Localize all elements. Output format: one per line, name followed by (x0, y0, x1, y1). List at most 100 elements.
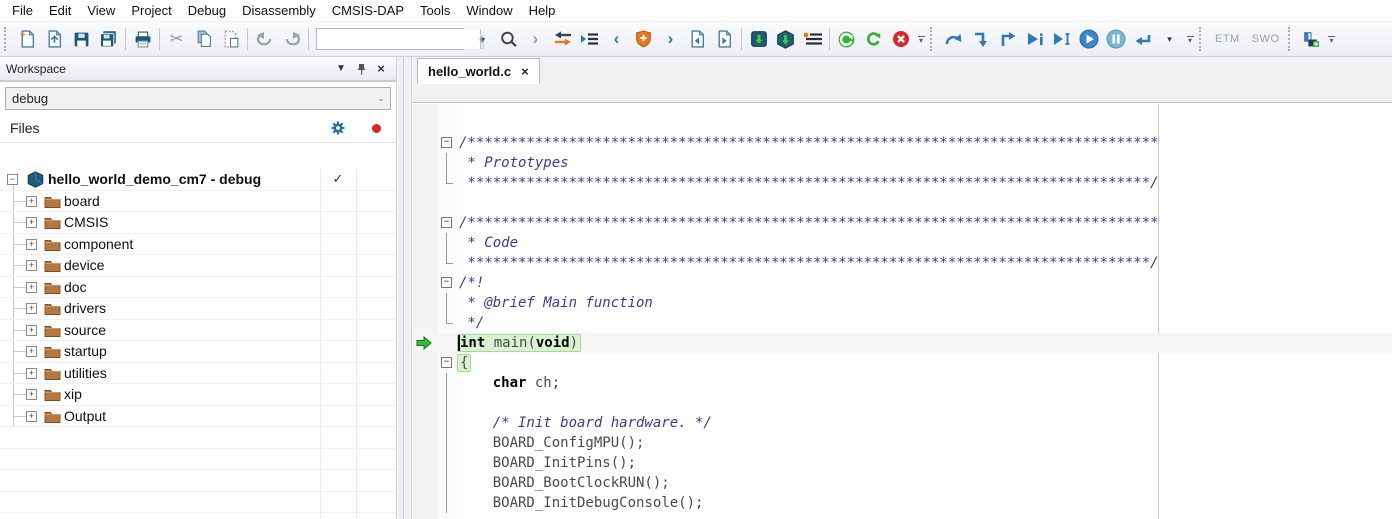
toolbar-overflow-icon[interactable]: ▾ (1183, 27, 1197, 51)
print-icon[interactable] (129, 26, 156, 52)
save-all-icon[interactable] (95, 26, 122, 52)
tree-item-board[interactable]: +board (0, 191, 396, 213)
menu-disassembly[interactable]: Disassembly (234, 1, 324, 20)
expand-icon[interactable]: + (26, 303, 37, 314)
toolbar-grip[interactable] (1199, 27, 1205, 51)
code-line-19[interactable]: BOARD_InitDebugConsole(); (412, 493, 1392, 513)
file-previous-icon[interactable] (684, 26, 711, 52)
code-line-16[interactable]: BOARD_ConfigMPU(); (412, 433, 1392, 453)
copy-icon[interactable] (190, 26, 217, 52)
expand-icon[interactable]: + (26, 217, 37, 228)
panel-menu-icon[interactable]: ▼ (332, 60, 350, 78)
expand-icon[interactable]: + (26, 368, 37, 379)
tree-item-component[interactable]: +component (0, 234, 396, 256)
step-over-icon[interactable] (940, 26, 967, 52)
expand-icon[interactable]: + (26, 282, 37, 293)
fold-collapse-icon[interactable]: − (441, 277, 452, 288)
navigate-swap-icon[interactable] (549, 26, 576, 52)
code-line-2[interactable]: * Prototypes (412, 153, 1392, 173)
undo-icon[interactable] (251, 26, 278, 52)
expand-icon[interactable]: + (26, 260, 37, 271)
find-previous-icon[interactable]: ‹ (468, 26, 495, 52)
run-to-cursor-icon[interactable] (1048, 26, 1075, 52)
new-file-icon[interactable]: + (14, 26, 41, 52)
paste-icon[interactable] (217, 26, 244, 52)
code-line-3[interactable]: ****************************************… (412, 173, 1392, 193)
code-line-9[interactable]: * @brief Main function (412, 293, 1392, 313)
code-line-12[interactable]: −{ (412, 353, 1392, 373)
fold-collapse-icon[interactable]: − (441, 137, 452, 148)
code-line-6[interactable]: * Code (412, 233, 1392, 253)
menu-window[interactable]: Window (458, 1, 520, 20)
compile-icon[interactable] (860, 26, 887, 52)
tree-item-cmsis[interactable]: +CMSIS (0, 212, 396, 234)
fold-collapse-icon[interactable]: − (441, 217, 452, 228)
tab-hello-world-c[interactable]: hello_world.c × (417, 58, 540, 84)
menu-project[interactable]: Project (123, 1, 179, 20)
code-line-17[interactable]: BOARD_InitPins(); (412, 453, 1392, 473)
download-and-debug-icon[interactable] (772, 26, 799, 52)
bookmark-previous-icon[interactable]: ‹ (603, 26, 630, 52)
redo-icon[interactable] (278, 26, 305, 52)
tree-item-output[interactable]: +Output (0, 406, 396, 428)
reset-dropdown-icon[interactable]: ▾ (1156, 26, 1183, 52)
code-line-5[interactable]: −/**************************************… (412, 213, 1392, 233)
collapse-icon[interactable]: − (7, 174, 18, 185)
expand-icon[interactable]: + (26, 389, 37, 400)
fold-collapse-icon[interactable]: − (441, 357, 452, 368)
code-line-4[interactable] (412, 193, 1392, 213)
cut-icon[interactable]: ✂ (163, 26, 190, 52)
toolbar-grip[interactable] (930, 27, 936, 51)
open-file-icon[interactable] (41, 26, 68, 52)
expand-icon[interactable]: + (26, 325, 37, 336)
expand-icon[interactable]: + (26, 196, 37, 207)
save-icon[interactable] (68, 26, 95, 52)
tree-item-drivers[interactable]: +drivers (0, 298, 396, 320)
swo-button[interactable]: SWO (1246, 29, 1286, 49)
expand-icon[interactable]: + (26, 239, 37, 250)
code-line-8[interactable]: −/*! (412, 273, 1392, 293)
break-icon[interactable] (1102, 26, 1129, 52)
menu-cmsis-dap[interactable]: CMSIS-DAP (324, 1, 412, 20)
code-line-18[interactable]: BOARD_BootClockRUN(); (412, 473, 1392, 493)
step-into-icon[interactable] (967, 26, 994, 52)
panel-splitter[interactable] (397, 57, 412, 519)
tree-item-source[interactable]: +source (0, 320, 396, 342)
tree-item-startup[interactable]: +startup (0, 341, 396, 363)
search-icon[interactable] (495, 26, 522, 52)
menu-help[interactable]: Help (521, 1, 564, 20)
close-icon[interactable]: × (372, 60, 390, 78)
toolbar-overflow-icon[interactable]: ▾ (1325, 27, 1339, 51)
trace-config-icon[interactable] (1298, 26, 1325, 52)
next-statement-icon[interactable] (1021, 26, 1048, 52)
tree-item-doc[interactable]: +doc (0, 277, 396, 299)
code-line-13[interactable]: char ch; (412, 373, 1392, 393)
find-next-icon[interactable]: › (522, 26, 549, 52)
breakpoints-list-icon[interactable] (799, 26, 826, 52)
step-out-icon[interactable] (994, 26, 1021, 52)
download-icon[interactable] (745, 26, 772, 52)
code-line-15[interactable]: /* Init board hardware. */ (412, 413, 1392, 433)
pin-icon[interactable] (352, 60, 370, 78)
make-icon[interactable] (833, 26, 860, 52)
reset-icon[interactable] (1129, 26, 1156, 52)
etm-button[interactable]: ETM (1209, 29, 1246, 49)
toolbar-grip[interactable] (1288, 27, 1294, 51)
configuration-select[interactable]: debug ⌄ (5, 87, 391, 110)
breakpoint-shield-icon[interactable] (630, 26, 657, 52)
bookmark-next-icon[interactable]: › (657, 26, 684, 52)
menu-tools[interactable]: Tools (412, 1, 458, 20)
search-input[interactable] (317, 29, 480, 49)
toolbar-overflow-icon[interactable]: ▾ (914, 27, 928, 51)
code-line-7[interactable]: ****************************************… (412, 253, 1392, 273)
toolbar-grip[interactable] (4, 27, 10, 51)
file-next-icon[interactable] (711, 26, 738, 52)
tree-root-project[interactable]: −hello_world_demo_cm7 - debug✓ (0, 169, 396, 191)
stop-build-icon[interactable] (887, 26, 914, 52)
code-line-14[interactable] (412, 393, 1392, 413)
code-line-10[interactable]: */ (412, 313, 1392, 333)
menu-edit[interactable]: Edit (41, 1, 79, 20)
code-line-11[interactable]: int main(void) (412, 333, 1392, 353)
expand-icon[interactable]: + (26, 346, 37, 357)
tree-item-xip[interactable]: +xip (0, 384, 396, 406)
